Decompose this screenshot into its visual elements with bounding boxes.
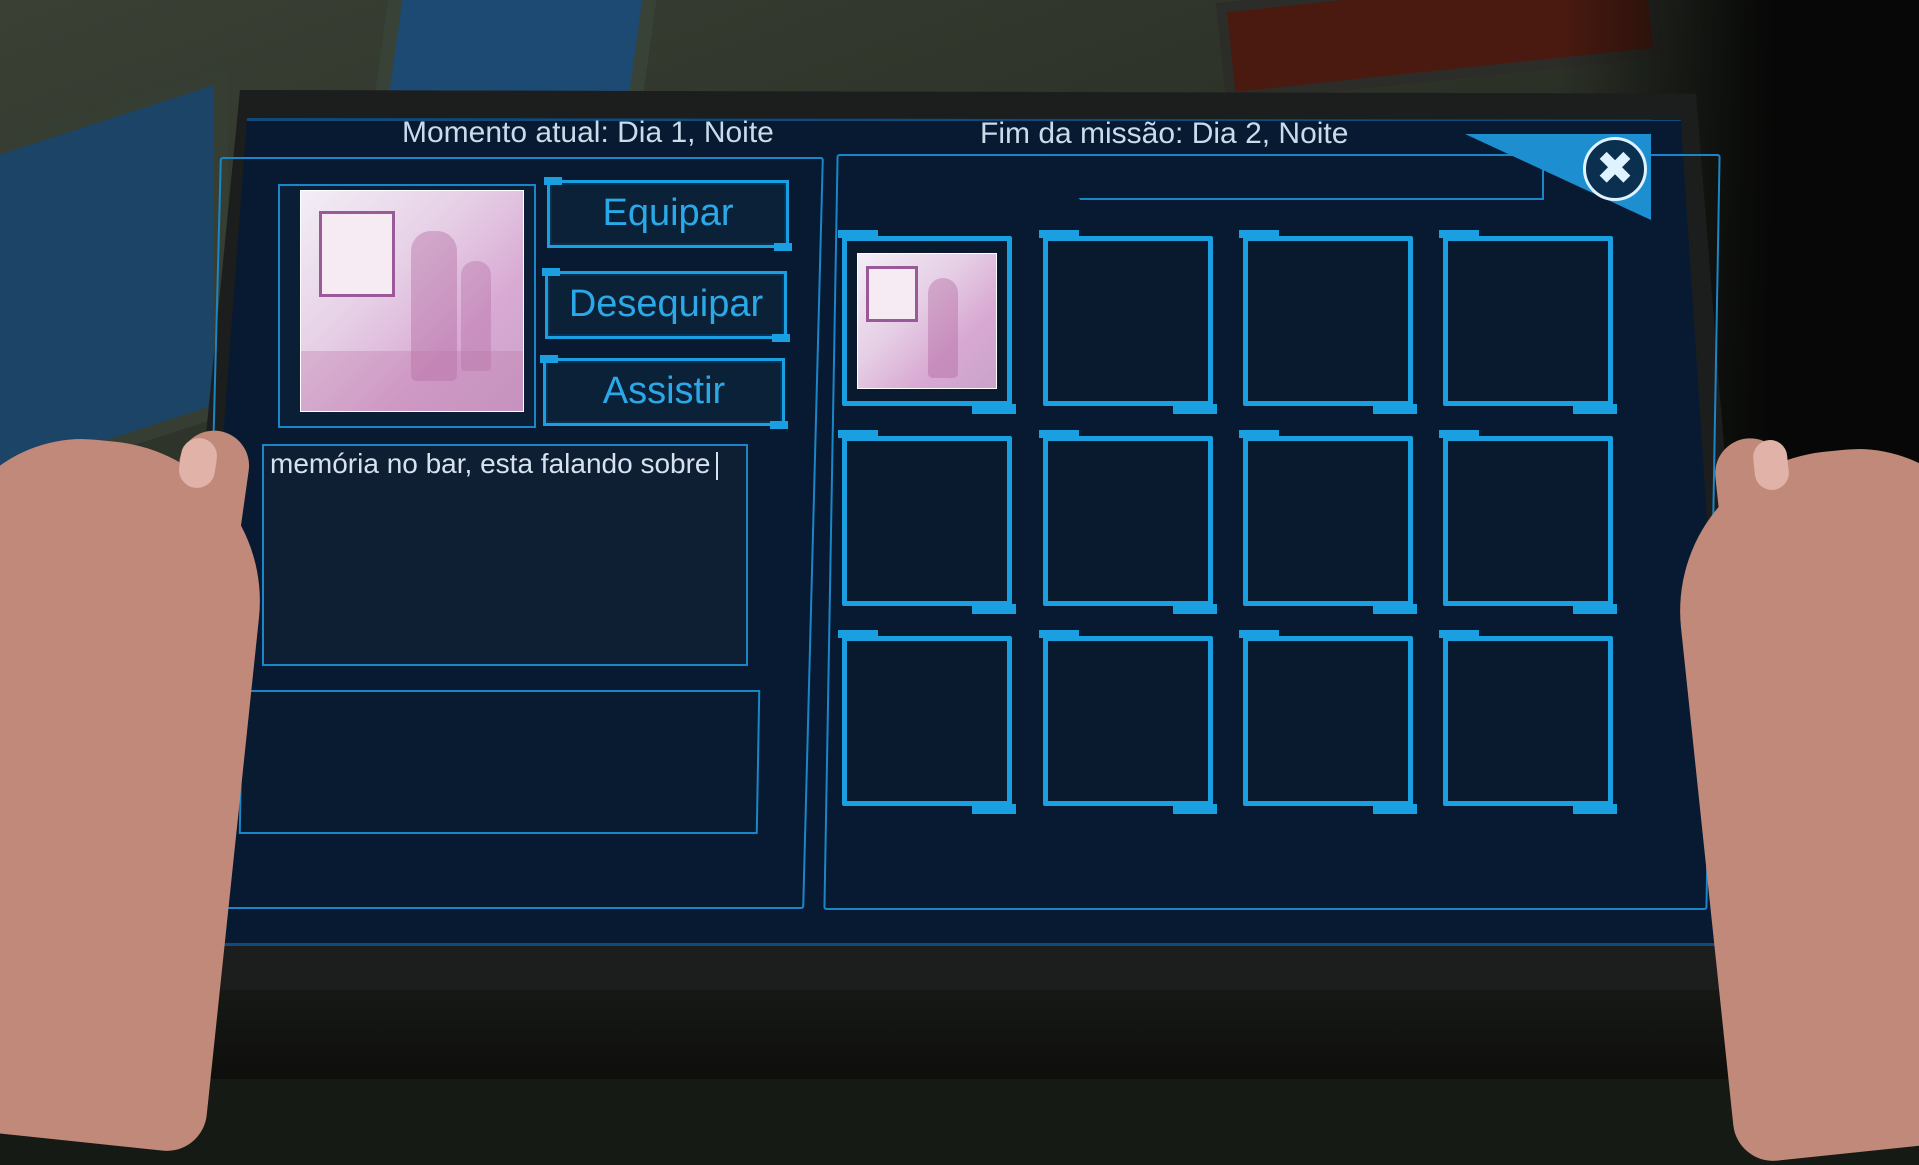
watch-button[interactable]: Assistir (540, 355, 788, 429)
description-value: memória no bar, esta falando sobre (270, 448, 711, 479)
memory-description-text: memória no bar, esta falando sobre (270, 448, 719, 480)
current-moment-label: Momento atual: Dia 1, Noite (402, 116, 774, 149)
inventory-slot[interactable] (1239, 430, 1417, 614)
inventory-slot[interactable] (838, 630, 1016, 814)
inventory-slot[interactable] (1439, 430, 1617, 614)
header-decoration (1040, 154, 1544, 200)
inventory-slot[interactable] (1439, 230, 1617, 414)
equip-button[interactable]: Equipar (544, 177, 792, 251)
selected-memory-image (300, 190, 524, 412)
sketch-whiteboard (319, 211, 395, 297)
inventory-slot[interactable] (1439, 630, 1617, 814)
inventory-slot[interactable] (1239, 230, 1417, 414)
inventory-slot[interactable] (1039, 230, 1217, 414)
inventory-slot[interactable] (838, 430, 1016, 614)
inventory-slot[interactable] (1239, 630, 1417, 814)
sketch-whiteboard (866, 266, 918, 322)
inventory-slot[interactable] (1039, 430, 1217, 614)
text-caret (716, 451, 719, 480)
sketch-person (928, 278, 958, 378)
unequip-button[interactable]: Desequipar (542, 268, 790, 342)
close-x-icon[interactable]: ✖ (1583, 137, 1647, 201)
mission-end-label: Fim da missão: Dia 2, Noite (980, 117, 1349, 150)
memory-thumbnail (857, 253, 997, 389)
inventory-slot[interactable] (1039, 630, 1217, 814)
sketch-bar-counter (301, 351, 523, 411)
notes-panel (238, 690, 761, 834)
inventory-slot[interactable] (838, 230, 1016, 414)
